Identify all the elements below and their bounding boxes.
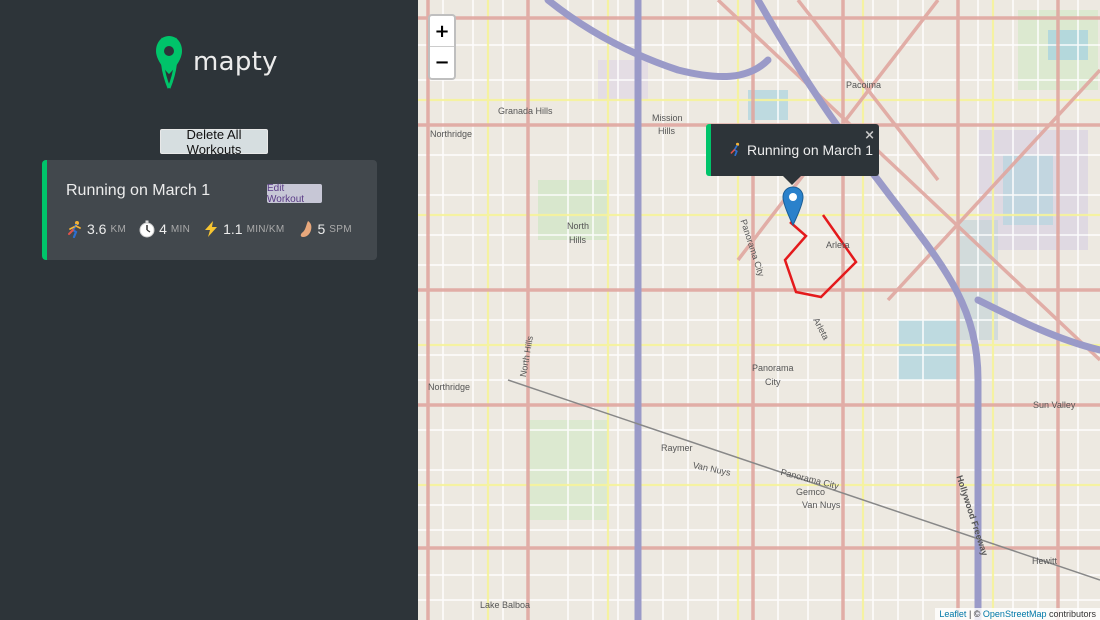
stopwatch-icon [138,220,156,238]
delete-all-workouts-button[interactable]: Delete All Workouts [160,127,268,157]
map-label-gemco: Gemco [796,487,826,497]
map-label-raymer: Raymer [661,443,693,453]
pace-unit: MIN/KM [246,223,285,235]
openstreetmap-link[interactable]: OpenStreetMap [983,609,1047,619]
pace-value: 1.1 [223,221,243,237]
map-label-hewitt: Hewitt [1032,556,1058,566]
map-label-arleta: Arleta [826,240,850,250]
map-tiles[interactable] [418,0,1100,620]
map-label-granada-hills: Granada Hills [498,106,553,116]
workout-detail-duration: 4 MIN [138,220,190,238]
attribution-separator: | © [966,609,983,619]
workout-card-running[interactable]: Running on March 1 Edit Workout 3.6 KM 4… [42,160,377,260]
running-icon [66,220,84,238]
distance-unit: KM [110,223,127,235]
zoom-control: + − [428,14,456,80]
popup-tip [783,176,801,185]
map-label-northridge-1: Northridge [430,129,473,139]
map-label-mission: Mission [652,113,683,123]
running-icon [729,142,743,159]
duration-value: 4 [159,221,167,237]
sidebar: mapty Delete All Workouts Running on Mar… [0,0,418,620]
map-label-north: North [567,221,590,231]
lightning-icon [202,220,220,238]
map[interactable]: Pacoima Granada Hills Mission Hills Nort… [418,0,1100,620]
leaflet-link[interactable]: Leaflet [939,609,966,619]
map-marker-icon[interactable] [782,186,804,230]
edit-workout-button[interactable]: Edit Workout [267,183,322,205]
foot-icon [297,220,315,238]
map-label-van-nuys-2: Van Nuys [802,500,841,510]
cadence-value: 5 [317,221,326,237]
map-attribution: Leaflet | © OpenStreetMap contributors [935,608,1100,620]
workout-title: Running on March 1 [66,182,211,199]
map-label-lake-balboa: Lake Balboa [480,600,531,610]
attribution-tail: contributors [1046,609,1096,619]
map-label-northridge-2: Northridge [428,382,471,392]
workout-details: 3.6 KM 4 MIN 1.1 MIN/KM 5 SPM [66,220,364,238]
workout-detail-cadence: 5 SPM [297,220,352,238]
zoom-in-button[interactable]: + [430,16,454,47]
popup-text: Running on March 1 [747,142,874,158]
workout-detail-distance: 3.6 KM [66,220,126,238]
map-label-hills: Hills [658,126,675,136]
zoom-out-button[interactable]: − [430,47,454,78]
logo-text: mapty [193,47,278,77]
map-label-sun-valley: Sun Valley [1033,400,1076,410]
map-label-pacoima: Pacoima [846,80,882,90]
map-label-north-hills-hills: Hills [569,235,586,245]
cadence-unit: SPM [329,223,352,235]
map-pin-logo-icon [156,36,182,89]
duration-unit: MIN [170,223,191,235]
logo: mapty [155,34,278,90]
popup-close-button[interactable]: × [864,128,875,143]
distance-value: 3.6 [87,221,107,237]
workout-popup[interactable]: Running on March 1 × [706,124,879,176]
map-label-panorama: Panorama [752,363,794,373]
workout-detail-pace: 1.1 MIN/KM [202,220,284,238]
map-label-city: City [765,377,781,387]
